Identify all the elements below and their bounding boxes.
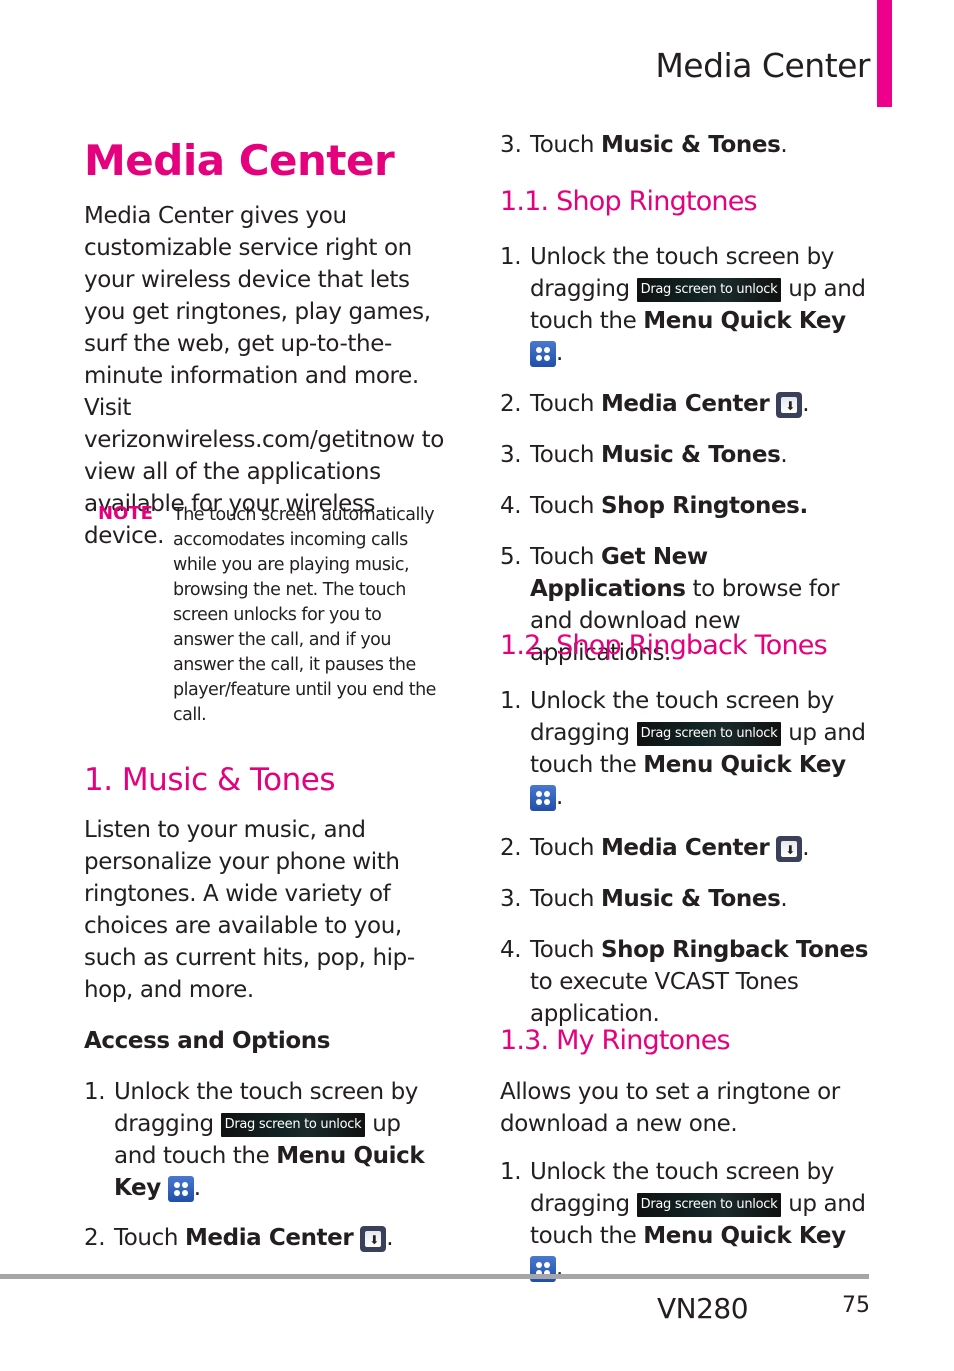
shop-ringtones-steps: 1. Unlock the touch screen by dragging D… <box>500 241 870 669</box>
media-center-icon: ⬇ <box>360 1225 387 1252</box>
drag-to-unlock-bar: Drag screen to unlock <box>636 277 782 302</box>
list-item: 2. Touch Media Center ⬇. <box>84 1225 394 1252</box>
section-tab-marker <box>877 0 892 107</box>
my-ringtones-steps: 1. Unlock the touch screen by dragging D… <box>500 1156 870 1284</box>
note-label: NOTE <box>98 503 153 524</box>
list-item: 1. Unlock the touch screen by dragging D… <box>84 1079 425 1202</box>
section-heading-music-tones: 1. Music & Tones <box>84 762 336 798</box>
running-head: Media Center <box>655 46 870 85</box>
menu-quick-key-icon <box>530 340 556 367</box>
page-number: 75 <box>842 1293 870 1318</box>
footer-rule <box>0 1274 869 1279</box>
list-item: 1. Unlock the touch screen by dragging D… <box>500 244 866 367</box>
access-steps: 1. Unlock the touch screen by dragging D… <box>84 1076 449 1254</box>
menu-quick-key-icon <box>530 784 556 811</box>
list-item: 4. Touch Shop Ringtones. <box>500 493 808 519</box>
note-box: NOTE The touch screen automatically acco… <box>98 503 443 728</box>
section-heading-shop-ringback-tones: 1.2. Shop Ringback Tones <box>500 630 828 661</box>
list-item: 2. Touch Media Center ⬇. <box>500 391 810 418</box>
drag-to-unlock-bar: Drag screen to unlock <box>636 1192 782 1217</box>
list-item: 3. Touch Music & Tones. <box>500 442 788 468</box>
section-heading-shop-ringtones: 1.1. Shop Ringtones <box>500 186 758 217</box>
media-center-icon: ⬇ <box>776 391 803 418</box>
access-options-heading: Access and Options <box>84 1028 330 1054</box>
model-number: VN280 <box>657 1292 749 1325</box>
section-heading-my-ringtones: 1.3. My Ringtones <box>500 1025 731 1056</box>
list-item: 1. Unlock the touch screen by dragging D… <box>500 688 866 811</box>
music-tones-description: Listen to your music, and personalize yo… <box>84 817 415 1003</box>
list-item: 3. Touch Music & Tones. <box>500 886 788 912</box>
media-center-icon: ⬇ <box>776 835 803 862</box>
list-item: 2. Touch Media Center ⬇. <box>500 835 810 862</box>
intro-paragraph: Media Center gives you customizable serv… <box>84 203 444 549</box>
drag-to-unlock-bar: Drag screen to unlock <box>220 1112 366 1137</box>
drag-to-unlock-bar: Drag screen to unlock <box>636 721 782 746</box>
my-ringtones-description: Allows you to set a ringtone or download… <box>500 1079 840 1137</box>
shop-ringback-steps: 1. Unlock the touch screen by dragging D… <box>500 685 870 1030</box>
note-text: The touch screen automatically accomodat… <box>173 505 436 725</box>
page-title: Media Center <box>84 136 395 185</box>
list-item: 1. Unlock the touch screen by dragging D… <box>500 1159 866 1282</box>
menu-quick-key-icon <box>167 1175 194 1202</box>
list-item: 3. Touch Music & Tones. <box>500 132 788 158</box>
list-item: 4. Touch Shop Ringback Tones to execute … <box>500 937 869 1027</box>
